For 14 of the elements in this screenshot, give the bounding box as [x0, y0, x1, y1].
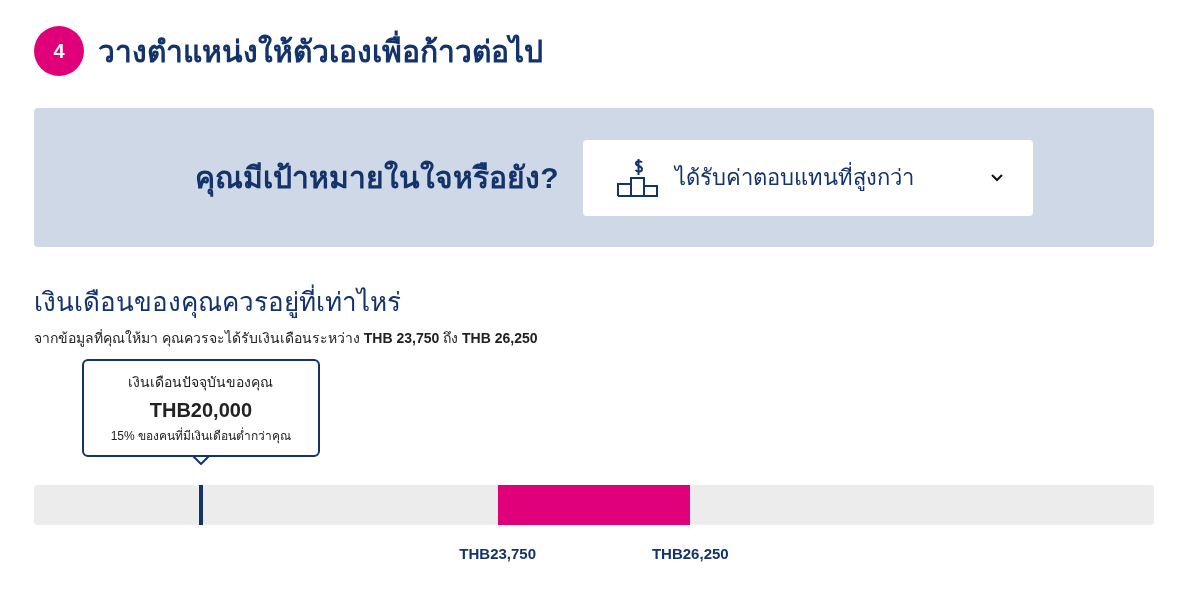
range-end-label: THB26,250: [651, 544, 729, 564]
salary-title: เงินเดือนของคุณควรอยู่ที่เท่าไหร่: [34, 283, 1154, 322]
step-badge: 4: [34, 26, 84, 76]
tooltip-note: 15% ของคนที่มีเงินเดือนต่ำกว่าคุณ: [110, 426, 292, 445]
section-heading: วางตำแหน่งให้ตัวเองเพื่อก้าวต่อไป: [98, 28, 543, 74]
chevron-down-icon: [990, 173, 1003, 182]
salary-subtitle: จากข้อมูลที่คุณให้มา คุณควรจะได้รับเงินเดือนระหว่าง THB 23,750 ถึง THB 26,250: [34, 328, 539, 349]
podium-icon: [616, 157, 659, 198]
tooltip-amount: THB20,000: [149, 397, 252, 423]
range-start-label: THB23,750: [459, 544, 537, 564]
goal-dropdown[interactable]: ได้รับค่าตอบแทนที่สูงกว่า: [582, 139, 1033, 216]
goal-question: คุณมีเป้าหมายในใจหรือยัง?: [195, 155, 559, 200]
tooltip-label: เงินเดือนปัจจุบันของคุณ: [128, 372, 274, 393]
dropdown-value: ได้รับค่าตอบแทนที่สูงกว่า: [674, 161, 991, 194]
